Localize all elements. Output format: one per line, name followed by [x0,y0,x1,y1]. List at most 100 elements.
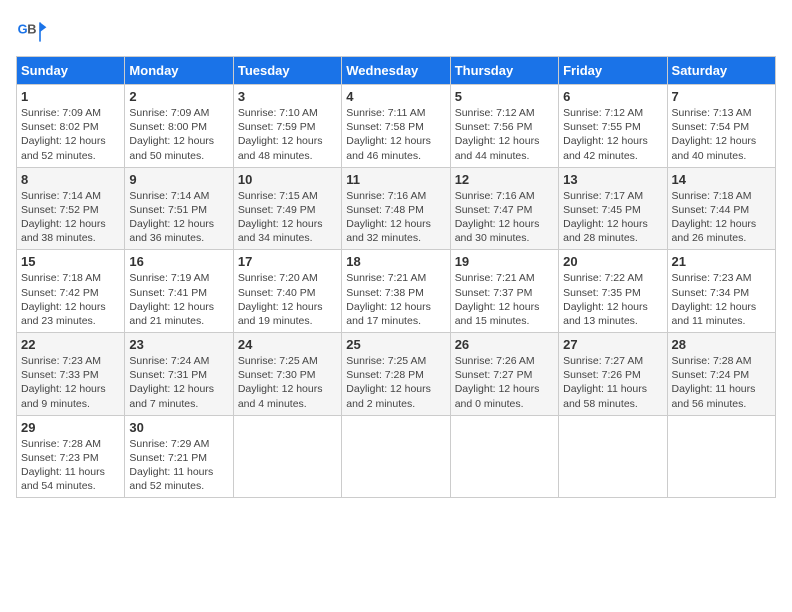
day-info: Sunrise: 7:12 AMSunset: 7:56 PMDaylight:… [455,106,554,163]
table-row [342,415,450,498]
day-info: Sunrise: 7:25 AMSunset: 7:30 PMDaylight:… [238,354,337,411]
day-number: 7 [672,89,771,104]
day-number: 22 [21,337,120,352]
day-info: Sunrise: 7:10 AMSunset: 7:59 PMDaylight:… [238,106,337,163]
day-number: 17 [238,254,337,269]
day-info: Sunrise: 7:14 AMSunset: 7:52 PMDaylight:… [21,189,120,246]
calendar-row: 15 Sunrise: 7:18 AMSunset: 7:42 PMDaylig… [17,250,776,333]
logo-icon: G B [16,16,48,48]
table-row: 24 Sunrise: 7:25 AMSunset: 7:30 PMDaylig… [233,333,341,416]
table-row: 30 Sunrise: 7:29 AMSunset: 7:21 PMDaylig… [125,415,233,498]
table-row: 10 Sunrise: 7:15 AMSunset: 7:49 PMDaylig… [233,167,341,250]
col-monday: Monday [125,57,233,85]
table-row [559,415,667,498]
day-info: Sunrise: 7:11 AMSunset: 7:58 PMDaylight:… [346,106,445,163]
svg-text:G: G [18,22,28,37]
table-row: 13 Sunrise: 7:17 AMSunset: 7:45 PMDaylig… [559,167,667,250]
day-info: Sunrise: 7:12 AMSunset: 7:55 PMDaylight:… [563,106,662,163]
table-row: 16 Sunrise: 7:19 AMSunset: 7:41 PMDaylig… [125,250,233,333]
table-row: 19 Sunrise: 7:21 AMSunset: 7:37 PMDaylig… [450,250,558,333]
day-info: Sunrise: 7:19 AMSunset: 7:41 PMDaylight:… [129,271,228,328]
calendar-table: Sunday Monday Tuesday Wednesday Thursday… [16,56,776,498]
day-number: 13 [563,172,662,187]
col-friday: Friday [559,57,667,85]
day-info: Sunrise: 7:29 AMSunset: 7:21 PMDaylight:… [129,437,228,494]
table-row: 7 Sunrise: 7:13 AMSunset: 7:54 PMDayligh… [667,85,775,168]
day-info: Sunrise: 7:20 AMSunset: 7:40 PMDaylight:… [238,271,337,328]
table-row: 6 Sunrise: 7:12 AMSunset: 7:55 PMDayligh… [559,85,667,168]
table-row: 23 Sunrise: 7:24 AMSunset: 7:31 PMDaylig… [125,333,233,416]
day-number: 15 [21,254,120,269]
day-number: 30 [129,420,228,435]
day-number: 14 [672,172,771,187]
table-row: 25 Sunrise: 7:25 AMSunset: 7:28 PMDaylig… [342,333,450,416]
table-row: 2 Sunrise: 7:09 AMSunset: 8:00 PMDayligh… [125,85,233,168]
day-number: 23 [129,337,228,352]
day-info: Sunrise: 7:22 AMSunset: 7:35 PMDaylight:… [563,271,662,328]
day-number: 27 [563,337,662,352]
table-row: 22 Sunrise: 7:23 AMSunset: 7:33 PMDaylig… [17,333,125,416]
calendar-row: 22 Sunrise: 7:23 AMSunset: 7:33 PMDaylig… [17,333,776,416]
header-row: Sunday Monday Tuesday Wednesday Thursday… [17,57,776,85]
table-row: 29 Sunrise: 7:28 AMSunset: 7:23 PMDaylig… [17,415,125,498]
table-row: 21 Sunrise: 7:23 AMSunset: 7:34 PMDaylig… [667,250,775,333]
table-row: 15 Sunrise: 7:18 AMSunset: 7:42 PMDaylig… [17,250,125,333]
table-row: 17 Sunrise: 7:20 AMSunset: 7:40 PMDaylig… [233,250,341,333]
day-number: 6 [563,89,662,104]
day-info: Sunrise: 7:28 AMSunset: 7:24 PMDaylight:… [672,354,771,411]
day-info: Sunrise: 7:21 AMSunset: 7:38 PMDaylight:… [346,271,445,328]
day-number: 4 [346,89,445,104]
col-sunday: Sunday [17,57,125,85]
col-wednesday: Wednesday [342,57,450,85]
day-number: 18 [346,254,445,269]
table-row [233,415,341,498]
calendar-header: Sunday Monday Tuesday Wednesday Thursday… [17,57,776,85]
day-info: Sunrise: 7:09 AMSunset: 8:00 PMDaylight:… [129,106,228,163]
logo: G B [16,16,52,48]
day-info: Sunrise: 7:28 AMSunset: 7:23 PMDaylight:… [21,437,120,494]
day-number: 1 [21,89,120,104]
day-info: Sunrise: 7:23 AMSunset: 7:33 PMDaylight:… [21,354,120,411]
table-row: 1 Sunrise: 7:09 AMSunset: 8:02 PMDayligh… [17,85,125,168]
calendar-row: 8 Sunrise: 7:14 AMSunset: 7:52 PMDayligh… [17,167,776,250]
table-row: 26 Sunrise: 7:26 AMSunset: 7:27 PMDaylig… [450,333,558,416]
day-info: Sunrise: 7:16 AMSunset: 7:48 PMDaylight:… [346,189,445,246]
day-number: 20 [563,254,662,269]
day-number: 8 [21,172,120,187]
day-number: 26 [455,337,554,352]
day-number: 2 [129,89,228,104]
header: G B [16,16,776,48]
day-number: 28 [672,337,771,352]
day-info: Sunrise: 7:16 AMSunset: 7:47 PMDaylight:… [455,189,554,246]
table-row: 11 Sunrise: 7:16 AMSunset: 7:48 PMDaylig… [342,167,450,250]
day-number: 29 [21,420,120,435]
day-info: Sunrise: 7:23 AMSunset: 7:34 PMDaylight:… [672,271,771,328]
calendar-body: 1 Sunrise: 7:09 AMSunset: 8:02 PMDayligh… [17,85,776,498]
table-row: 8 Sunrise: 7:14 AMSunset: 7:52 PMDayligh… [17,167,125,250]
day-number: 10 [238,172,337,187]
day-info: Sunrise: 7:21 AMSunset: 7:37 PMDaylight:… [455,271,554,328]
day-number: 16 [129,254,228,269]
svg-text:B: B [27,22,36,37]
table-row: 12 Sunrise: 7:16 AMSunset: 7:47 PMDaylig… [450,167,558,250]
table-row: 27 Sunrise: 7:27 AMSunset: 7:26 PMDaylig… [559,333,667,416]
day-number: 5 [455,89,554,104]
day-number: 12 [455,172,554,187]
day-number: 19 [455,254,554,269]
day-info: Sunrise: 7:17 AMSunset: 7:45 PMDaylight:… [563,189,662,246]
table-row: 3 Sunrise: 7:10 AMSunset: 7:59 PMDayligh… [233,85,341,168]
table-row: 14 Sunrise: 7:18 AMSunset: 7:44 PMDaylig… [667,167,775,250]
day-info: Sunrise: 7:15 AMSunset: 7:49 PMDaylight:… [238,189,337,246]
table-row: 9 Sunrise: 7:14 AMSunset: 7:51 PMDayligh… [125,167,233,250]
day-info: Sunrise: 7:24 AMSunset: 7:31 PMDaylight:… [129,354,228,411]
day-number: 3 [238,89,337,104]
day-number: 11 [346,172,445,187]
day-number: 21 [672,254,771,269]
day-number: 9 [129,172,228,187]
table-row: 4 Sunrise: 7:11 AMSunset: 7:58 PMDayligh… [342,85,450,168]
day-info: Sunrise: 7:14 AMSunset: 7:51 PMDaylight:… [129,189,228,246]
table-row [450,415,558,498]
day-info: Sunrise: 7:27 AMSunset: 7:26 PMDaylight:… [563,354,662,411]
table-row [667,415,775,498]
day-info: Sunrise: 7:25 AMSunset: 7:28 PMDaylight:… [346,354,445,411]
